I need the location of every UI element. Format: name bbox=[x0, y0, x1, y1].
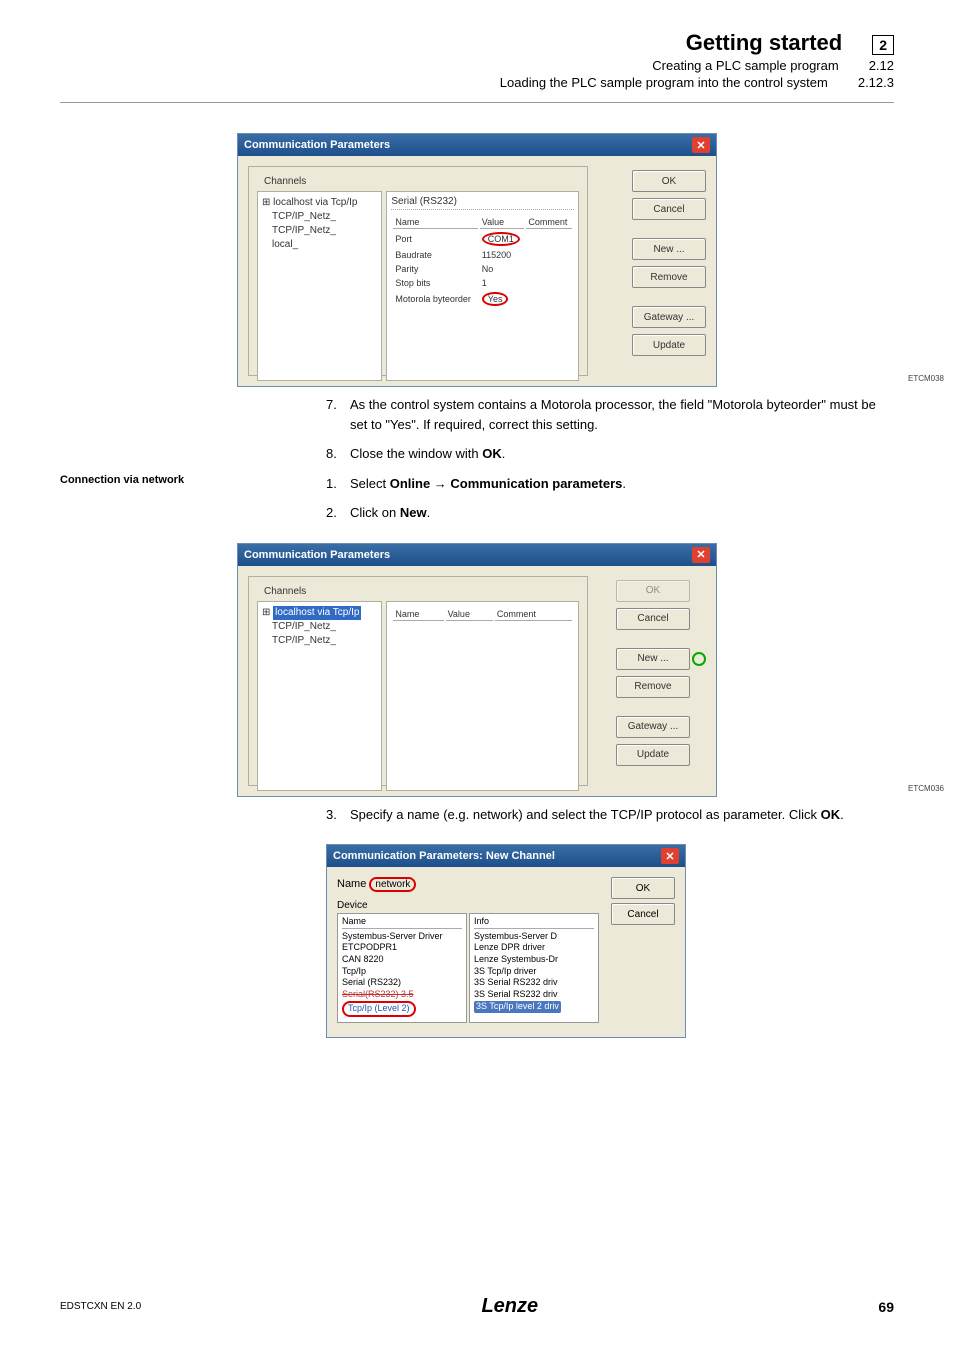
list-item[interactable]: Tcp/Ip bbox=[342, 966, 462, 978]
figure-id: ETCM038 bbox=[908, 374, 944, 383]
channel-detail: Serial (RS232) Name Value Comment PortCO… bbox=[386, 191, 579, 381]
dialog-title: Communication Parameters: New Channel bbox=[333, 850, 555, 862]
step-number: 1. bbox=[326, 474, 342, 494]
remove-button[interactable]: Remove bbox=[616, 676, 690, 698]
gateway-button[interactable]: Gateway ... bbox=[616, 716, 690, 738]
breadcrumb-1: Creating a PLC sample program bbox=[652, 58, 838, 73]
step-number: 8. bbox=[326, 444, 342, 464]
dialog-title: Communication Parameters bbox=[244, 139, 390, 151]
channel-detail: Name Value Comment bbox=[386, 601, 579, 791]
list-item: 3S Serial RS232 driv bbox=[474, 989, 594, 1001]
ok-button[interactable]: OK bbox=[616, 580, 690, 602]
tree-item[interactable]: ⊞ localhost via Tcp/Ip bbox=[262, 196, 377, 210]
ok-button[interactable]: OK bbox=[632, 170, 706, 192]
step-text: Select Online → Communication parameters… bbox=[350, 474, 626, 494]
list-item: 3S Serial RS232 driv bbox=[474, 977, 594, 989]
new-button[interactable]: New ... bbox=[632, 238, 706, 260]
tree-item[interactable]: TCP/IP_Netz_ bbox=[262, 620, 377, 634]
step-text: Click on New. bbox=[350, 503, 430, 523]
circle-highlight bbox=[692, 652, 706, 666]
name-input[interactable]: network bbox=[369, 877, 416, 892]
close-icon[interactable]: ✕ bbox=[661, 848, 679, 864]
circle-highlight: COM1 bbox=[482, 232, 520, 246]
list-item[interactable]: CAN 8220 bbox=[342, 954, 462, 966]
tree-item[interactable]: local_ bbox=[262, 238, 377, 252]
step-text: Close the window with OK. bbox=[350, 444, 505, 464]
breadcrumb-num-2: 2.12.3 bbox=[858, 75, 894, 90]
breadcrumb-2: Loading the PLC sample program into the … bbox=[500, 75, 828, 90]
close-icon[interactable]: ✕ bbox=[692, 547, 710, 563]
col-value: Value bbox=[480, 216, 525, 229]
breadcrumb-num-1: 2.12 bbox=[869, 58, 894, 73]
list-item: Lenze DPR driver bbox=[474, 942, 594, 954]
list-item-strike: Serial(RS232) 3.5 bbox=[342, 989, 462, 1001]
cancel-button[interactable]: Cancel bbox=[616, 608, 690, 630]
channels-tree[interactable]: ⊞ localhost via Tcp/Ip TCP/IP_Netz_ TCP/… bbox=[257, 601, 382, 791]
gateway-button[interactable]: Gateway ... bbox=[632, 306, 706, 328]
update-button[interactable]: Update bbox=[616, 744, 690, 766]
name-label: Name bbox=[337, 878, 366, 890]
list-item: 3S Tcp/Ip driver bbox=[474, 966, 594, 978]
side-label: Connection via network bbox=[60, 474, 184, 486]
tree-item[interactable]: TCP/IP_Netz_ bbox=[262, 634, 377, 648]
update-button[interactable]: Update bbox=[632, 334, 706, 356]
channels-group-label: Channels bbox=[261, 176, 309, 187]
device-name-list[interactable]: Name Systembus-Server Driver ETCPODPR1 C… bbox=[337, 913, 467, 1023]
ok-button[interactable]: OK bbox=[611, 877, 675, 899]
close-icon[interactable]: ✕ bbox=[692, 137, 710, 153]
list-item: Lenze Systembus-Dr bbox=[474, 954, 594, 966]
col-info: Info bbox=[474, 916, 594, 929]
new-button[interactable]: New ... bbox=[616, 648, 690, 670]
step-number: 7. bbox=[326, 395, 342, 434]
col-value: Value bbox=[446, 608, 493, 621]
list-item-selected[interactable]: Tcp/Ip (Level 2) bbox=[342, 1001, 416, 1017]
page-number: 69 bbox=[878, 1299, 894, 1315]
step-number: 3. bbox=[326, 805, 342, 825]
doc-id: EDSTCXN EN 2.0 bbox=[60, 1301, 141, 1312]
tree-item[interactable]: TCP/IP_Netz_ bbox=[262, 210, 377, 224]
tree-item[interactable]: ⊞ localhost via Tcp/Ip bbox=[262, 606, 377, 620]
comm-params-dialog-1: Communication Parameters ✕ Channels ⊞ lo… bbox=[237, 133, 717, 387]
col-name: Name bbox=[393, 216, 477, 229]
detail-title: Serial (RS232) bbox=[391, 196, 574, 210]
comm-params-dialog-2: Communication Parameters ✕ Channels ⊞ lo… bbox=[237, 543, 717, 797]
dialog-title: Communication Parameters bbox=[244, 549, 390, 561]
tree-item[interactable]: TCP/IP_Netz_ bbox=[262, 224, 377, 238]
list-item[interactable]: ETCPODPR1 bbox=[342, 942, 462, 954]
col-name: Name bbox=[342, 916, 462, 929]
step-text: Specify a name (e.g. network) and select… bbox=[350, 805, 844, 825]
col-comment: Comment bbox=[495, 608, 572, 621]
list-item[interactable]: Serial (RS232) bbox=[342, 977, 462, 989]
col-comment: Comment bbox=[526, 216, 572, 229]
section-number: 2 bbox=[872, 35, 894, 55]
channels-group-label: Channels bbox=[261, 586, 309, 597]
cancel-button[interactable]: Cancel bbox=[611, 903, 675, 925]
list-item[interactable]: Systembus-Server Driver bbox=[342, 931, 462, 943]
remove-button[interactable]: Remove bbox=[632, 266, 706, 288]
cancel-button[interactable]: Cancel bbox=[632, 198, 706, 220]
step-text: As the control system contains a Motorol… bbox=[350, 395, 894, 434]
new-channel-dialog: Communication Parameters: New Channel ✕ … bbox=[326, 844, 686, 1038]
list-item: 3S Tcp/Ip level 2 driv bbox=[474, 1001, 561, 1013]
logo: Lenze bbox=[481, 1295, 538, 1318]
device-info-list: Info Systembus-Server D Lenze DPR driver… bbox=[469, 913, 599, 1023]
figure-id: ETCM036 bbox=[908, 784, 944, 793]
list-item: Systembus-Server D bbox=[474, 931, 594, 943]
step-number: 2. bbox=[326, 503, 342, 523]
page-title: Getting started bbox=[686, 30, 842, 56]
col-name: Name bbox=[393, 608, 443, 621]
channels-tree[interactable]: ⊞ localhost via Tcp/Ip TCP/IP_Netz_ TCP/… bbox=[257, 191, 382, 381]
circle-highlight: Yes bbox=[482, 292, 509, 306]
